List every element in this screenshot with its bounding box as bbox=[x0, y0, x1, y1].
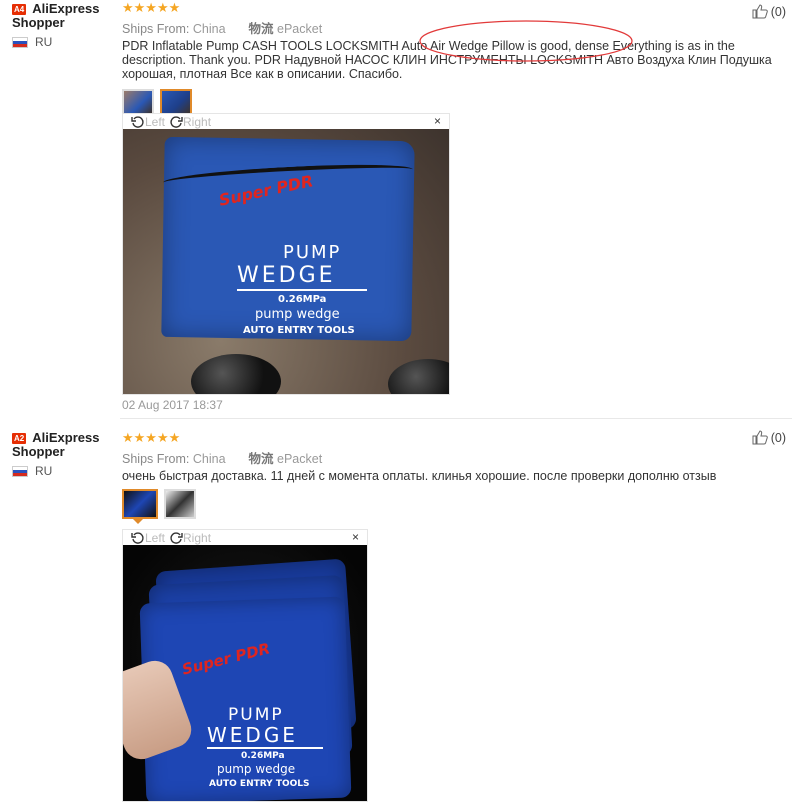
photo-thumbnails bbox=[122, 89, 792, 120]
review-text: очень быстрая доставка. 11 дней с момент… bbox=[122, 469, 717, 483]
logistics-label: 物流 bbox=[248, 452, 274, 466]
photo-text-pump-wedge: pump wedge bbox=[217, 762, 296, 776]
rotate-left-icon bbox=[131, 531, 144, 544]
review-content: ★★★★★ Ships From: China 物流 ePacket PDR I… bbox=[122, 0, 792, 120]
photo-underline bbox=[207, 747, 323, 749]
ships-from-label: Ships From: bbox=[122, 22, 190, 36]
shipping-info: Ships From: China 物流 ePacket bbox=[122, 18, 792, 37]
rotate-right-label: Right bbox=[183, 114, 212, 129]
close-viewer-button[interactable]: × bbox=[352, 530, 359, 544]
logistics-value: ePacket bbox=[277, 22, 323, 36]
photo-thumbnail-active[interactable] bbox=[160, 89, 192, 120]
close-viewer-button[interactable]: × bbox=[434, 114, 441, 128]
review-photo[interactable]: Super PDR PUMP WEDGE 0.26MPa pump wedge … bbox=[123, 129, 449, 394]
review-date: 02 Aug 2017 18:37 bbox=[122, 398, 223, 412]
review-divider bbox=[120, 418, 792, 419]
reviewer-info: A2 AliExpress Shopper RU bbox=[12, 431, 116, 478]
reviewer-country: RU bbox=[12, 464, 116, 478]
reviewer-name-line2: Shopper bbox=[12, 15, 65, 30]
review-photo[interactable]: Super PDR PUMP WEDGE 0.26MPa pump wedge … bbox=[123, 545, 367, 801]
level-badge: A4 bbox=[12, 3, 27, 15]
rotate-right-icon bbox=[170, 531, 183, 544]
photo-thumbnail-active[interactable] bbox=[122, 489, 158, 524]
photo-thumbnail[interactable] bbox=[122, 89, 154, 115]
logistics-label: 物流 bbox=[248, 22, 274, 36]
photo-text-pressure: 0.26MPa bbox=[241, 751, 285, 761]
review-2: A2 AliExpress Shopper RU (0) ★★★★★ Ships… bbox=[0, 424, 800, 802]
star-rating: ★★★★★ bbox=[122, 430, 181, 445]
viewer-toolbar: Left Right × bbox=[123, 114, 449, 129]
ships-from-value: China bbox=[192, 22, 226, 36]
logistics-value: ePacket bbox=[277, 452, 323, 466]
photo-text-pressure: 0.26MPa bbox=[278, 294, 327, 305]
review-content: ★★★★★ Ships From: China 物流 ePacket очень… bbox=[122, 430, 792, 524]
pump-bulb bbox=[191, 354, 281, 394]
photo-text-wedge: WEDGE bbox=[237, 263, 336, 288]
photo-text-pump: PUMP bbox=[283, 242, 342, 263]
photo-text-pump-wedge: pump wedge bbox=[255, 307, 340, 322]
rotate-right-icon bbox=[170, 115, 183, 128]
viewer-toolbar: Left Right × bbox=[123, 530, 367, 545]
country-code: RU bbox=[35, 35, 53, 49]
shipping-info: Ships From: China 物流 ePacket bbox=[122, 448, 792, 467]
reviewer-info: A4 AliExpress Shopper RU bbox=[12, 2, 116, 49]
pump-bulb bbox=[388, 359, 449, 394]
photo-thumbnails bbox=[122, 489, 792, 524]
rotate-left-label: Left bbox=[145, 530, 166, 545]
rotate-left-label: Left bbox=[145, 114, 166, 129]
reviewer-name[interactable]: AliExpress bbox=[32, 431, 99, 445]
rotate-left-icon bbox=[131, 115, 144, 128]
russia-flag-icon bbox=[12, 36, 28, 48]
rotate-left-button[interactable]: Left bbox=[131, 115, 165, 129]
rotate-left-button[interactable]: Left bbox=[131, 531, 165, 545]
ships-from-value: China bbox=[192, 452, 226, 466]
reviewer-country: RU bbox=[12, 35, 116, 49]
rotate-right-button[interactable]: Right bbox=[169, 531, 211, 545]
review-1: A4 AliExpress Shopper RU (0) ★★★★★ Ships… bbox=[0, 0, 800, 416]
country-code: RU bbox=[35, 464, 53, 478]
photo-text-auto-entry: AUTO ENTRY TOOLS bbox=[209, 779, 310, 789]
ships-from-label: Ships From: bbox=[122, 452, 190, 466]
photo-thumbnail[interactable] bbox=[164, 489, 196, 519]
photo-underline bbox=[237, 289, 367, 291]
photo-text-wedge: WEDGE bbox=[207, 723, 298, 747]
photo-viewer: Left Right × Super PDR PUMP WEDGE 0.26MP… bbox=[122, 113, 450, 395]
rotate-right-label: Right bbox=[183, 530, 212, 545]
photo-text-pump: PUMP bbox=[228, 705, 284, 725]
russia-flag-icon bbox=[12, 465, 28, 477]
photo-text-auto-entry: AUTO ENTRY TOOLS bbox=[243, 325, 355, 336]
review-text: PDR Inflatable Pump CASH TOOLS LOCKSMITH… bbox=[122, 39, 772, 81]
star-rating: ★★★★★ bbox=[122, 0, 181, 15]
reviewer-name-line2: Shopper bbox=[12, 444, 65, 459]
level-badge: A2 bbox=[12, 432, 27, 444]
photo-viewer: Left Right × Super PDR PUMP WEDGE 0.26MP… bbox=[122, 529, 368, 802]
rotate-right-button[interactable]: Right bbox=[169, 115, 211, 129]
reviewer-name[interactable]: AliExpress bbox=[32, 2, 99, 16]
